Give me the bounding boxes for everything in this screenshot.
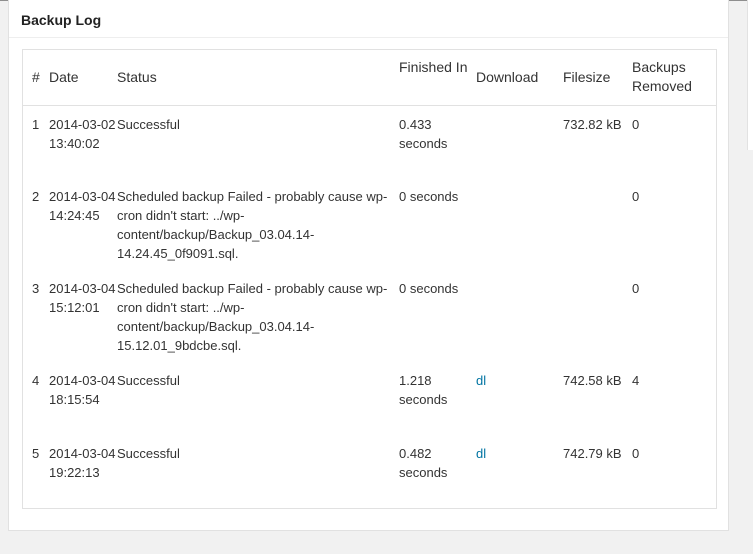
cell-num: 5 bbox=[32, 446, 40, 461]
header-finished-in: Finished In bbox=[399, 59, 468, 75]
cell-filesize bbox=[563, 178, 632, 270]
cell-backups-removed: 0 bbox=[632, 281, 640, 296]
cell-finished-in: 0 seconds bbox=[399, 189, 459, 204]
header-row: # Date Status Finished In Download Files… bbox=[23, 50, 716, 105]
header-date: Date bbox=[49, 68, 79, 85]
table-body: 1 2014-03-02 13:40:02 Successful 0.433 s… bbox=[23, 105, 716, 505]
cell-status: Successful bbox=[117, 373, 180, 388]
cell-date: 2014-03-04 18:15:54 bbox=[49, 373, 116, 407]
cell-finished-in: 0.433 seconds bbox=[399, 116, 448, 151]
cell-finished-in: 1.218 seconds bbox=[399, 373, 448, 407]
cell-backups-removed: 0 bbox=[632, 446, 640, 461]
panel-header: Backup Log bbox=[9, 0, 728, 38]
panel-title: Backup Log bbox=[21, 12, 102, 28]
backup-log-panel: Backup Log # Date Status Finished In Dow… bbox=[8, 0, 729, 531]
table-row: 5 2014-03-04 19:22:13 Successful 0.482 s… bbox=[23, 435, 716, 505]
cell-filesize: 742.58 kB bbox=[563, 373, 622, 388]
cell-date: 2014-03-04 19:22:13 bbox=[49, 446, 116, 480]
cell-status: Scheduled backup Failed - probably cause… bbox=[117, 189, 388, 261]
cell-finished-in: 0.482 seconds bbox=[399, 446, 448, 480]
cell-filesize: 742.79 kB bbox=[563, 446, 622, 461]
cell-status: Scheduled backup Failed - probably cause… bbox=[117, 281, 388, 353]
cell-filesize: 732.82 kB bbox=[563, 116, 622, 132]
adjacent-panel-edge bbox=[747, 0, 753, 150]
header-status: Status bbox=[117, 68, 157, 85]
cell-download: dl bbox=[476, 435, 563, 505]
header-num: # bbox=[32, 68, 40, 85]
header-download: Download bbox=[476, 68, 539, 85]
cell-num: 3 bbox=[32, 281, 40, 296]
cell-status: Successful bbox=[117, 446, 180, 461]
backup-log-table-wrapper: # Date Status Finished In Download Files… bbox=[22, 49, 717, 509]
table-row: 2 2014-03-04 14:24:45 Scheduled backup F… bbox=[23, 178, 716, 270]
cell-num: 2 bbox=[32, 189, 40, 204]
backup-log-table: # Date Status Finished In Download Files… bbox=[23, 50, 716, 505]
cell-download: dl bbox=[476, 362, 563, 435]
cell-date: 2014-03-04 15:12:01 bbox=[49, 281, 116, 315]
cell-date: 2014-03-04 14:24:45 bbox=[49, 189, 116, 223]
cell-status: Successful bbox=[117, 116, 180, 132]
header-backups-removed: Backups Removed bbox=[632, 59, 692, 94]
table-row: 1 2014-03-02 13:40:02 Successful 0.433 s… bbox=[23, 105, 716, 178]
cell-download bbox=[476, 178, 563, 270]
cell-date: 2014-03-02 13:40:02 bbox=[49, 116, 116, 151]
table-header: # Date Status Finished In Download Files… bbox=[23, 50, 716, 105]
download-link[interactable]: dl bbox=[476, 446, 486, 461]
cell-backups-removed: 0 bbox=[632, 116, 640, 132]
cell-download bbox=[476, 105, 563, 178]
cell-filesize bbox=[563, 270, 632, 362]
cell-num: 1 bbox=[32, 116, 40, 132]
download-link[interactable]: dl bbox=[476, 373, 486, 388]
cell-num: 4 bbox=[32, 373, 40, 388]
table-row: 4 2014-03-04 18:15:54 Successful 1.218 s… bbox=[23, 362, 716, 435]
cell-backups-removed: 0 bbox=[632, 189, 640, 204]
header-filesize: Filesize bbox=[563, 68, 611, 85]
table-row: 3 2014-03-04 15:12:01 Scheduled backup F… bbox=[23, 270, 716, 362]
cell-download bbox=[476, 270, 563, 362]
cell-finished-in: 0 seconds bbox=[399, 281, 459, 296]
cell-backups-removed: 4 bbox=[632, 373, 640, 388]
